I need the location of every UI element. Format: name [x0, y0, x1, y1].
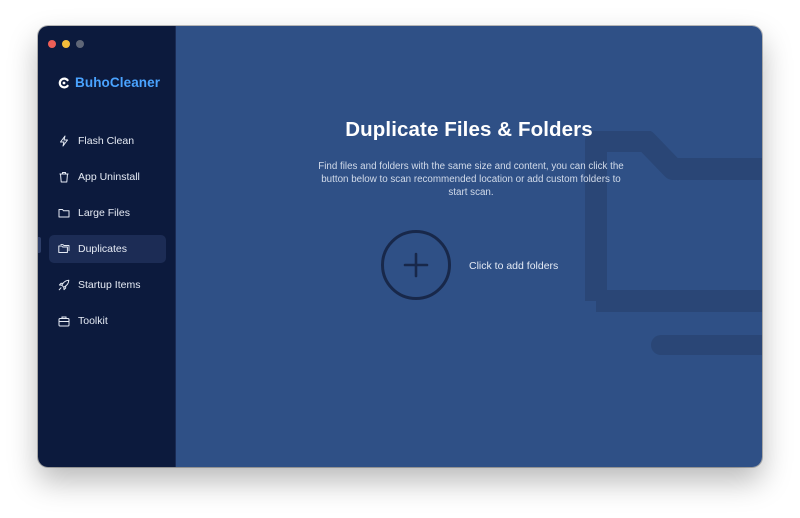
trash-icon	[59, 172, 69, 183]
sidebar-nav: Flash Clean App Uninstall Large Files Du…	[49, 127, 166, 343]
zoom-window-button[interactable]	[76, 40, 84, 48]
folder-icon	[58, 209, 70, 218]
sidebar-item-duplicates[interactable]: Duplicates	[49, 235, 166, 263]
add-folders-button[interactable]	[381, 230, 451, 300]
app-window: BuhoCleaner Flash Clean App Uninstall La…	[38, 26, 762, 467]
rocket-icon	[58, 279, 70, 291]
plus-icon	[403, 252, 429, 278]
active-item-marker	[38, 237, 41, 253]
app-name: BuhoCleaner	[75, 75, 161, 90]
buhocleaner-logo-icon	[58, 77, 69, 88]
close-window-button[interactable]	[48, 40, 56, 48]
minimize-window-button[interactable]	[62, 40, 70, 48]
flash-icon	[60, 135, 68, 147]
sidebar-item-flash-clean[interactable]: Flash Clean	[49, 127, 166, 155]
sidebar-item-label: Large Files	[78, 207, 130, 219]
page-description: Find files and folders with the same siz…	[318, 161, 624, 198]
sidebar-item-label: Duplicates	[78, 243, 128, 255]
sidebar-item-label: Toolkit	[78, 315, 108, 327]
window-controls	[48, 40, 84, 48]
sidebar-item-label: Startup Items	[78, 279, 141, 291]
toolkit-icon	[58, 316, 70, 327]
sidebar-item-label: Flash Clean	[78, 135, 135, 147]
duplicate-folders-icon	[58, 244, 70, 253]
sidebar-item-startup-items[interactable]: Startup Items	[49, 271, 166, 299]
app-brand: BuhoCleaner	[58, 75, 160, 90]
sidebar-item-app-uninstall[interactable]: App Uninstall	[49, 163, 166, 191]
add-folders-label[interactable]: Click to add folders	[469, 260, 558, 272]
sidebar-item-large-files[interactable]: Large Files	[49, 199, 166, 227]
main-panel: Duplicate Files & Folders Find files and…	[176, 26, 762, 467]
sidebar-item-label: App Uninstall	[78, 171, 140, 183]
sidebar: BuhoCleaner Flash Clean App Uninstall La…	[38, 26, 176, 467]
sidebar-item-toolkit[interactable]: Toolkit	[49, 307, 166, 335]
page-title: Duplicate Files & Folders	[345, 118, 593, 141]
